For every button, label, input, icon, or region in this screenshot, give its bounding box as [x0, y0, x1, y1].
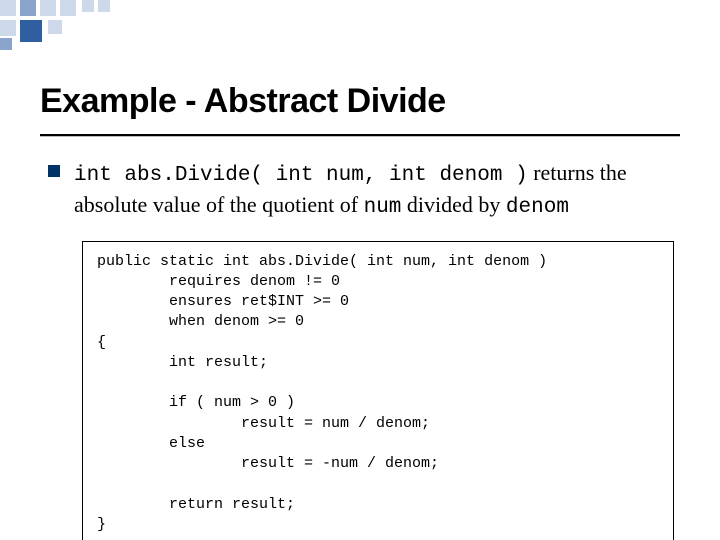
bullet-row: int abs.Divide( int num, int denom ) ret… [48, 158, 680, 223]
title-underline [40, 134, 680, 137]
deco-square [20, 0, 36, 16]
slide-title: Example - Abstract Divide [40, 82, 446, 121]
slide-body: int abs.Divide( int num, int denom ) ret… [48, 158, 680, 540]
bullet-marker [48, 165, 60, 177]
deco-square [0, 0, 16, 16]
deco-square [20, 20, 42, 42]
var-num: num [364, 196, 402, 219]
deco-square [40, 0, 56, 16]
deco-square [0, 20, 16, 36]
bullet-text: int abs.Divide( int num, int denom ) ret… [74, 158, 680, 223]
deco-square [98, 0, 110, 12]
code-block: public static int abs.Divide( int num, i… [82, 241, 674, 540]
var-denom: denom [506, 196, 569, 219]
slide: { "title": "Example - Abstract Divide", … [0, 0, 720, 540]
deco-square [82, 0, 94, 12]
deco-square [0, 38, 12, 50]
deco-square [60, 0, 76, 16]
bullet-fragment: divided by [401, 192, 506, 217]
deco-square [48, 20, 62, 34]
corner-decoration [0, 0, 200, 50]
signature-code: int abs.Divide( int num, int denom ) [74, 164, 528, 187]
